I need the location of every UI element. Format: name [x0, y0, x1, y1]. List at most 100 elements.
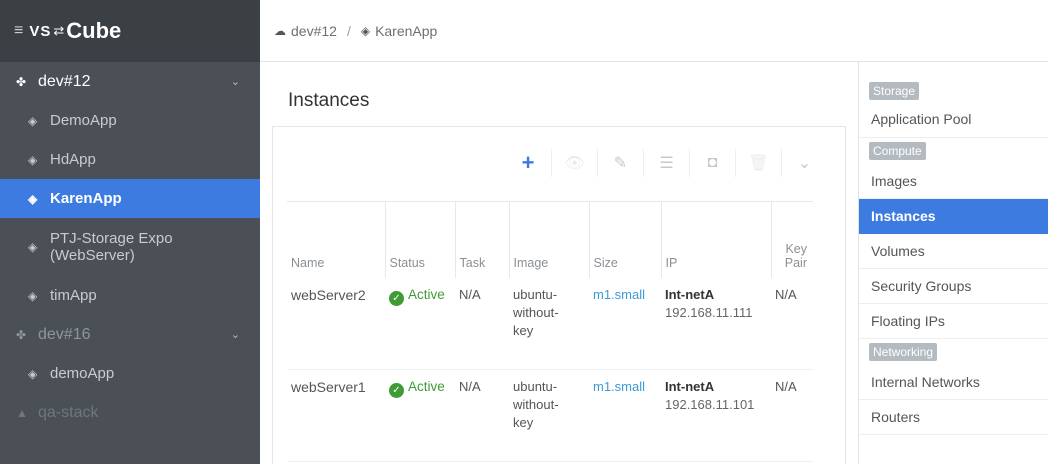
instances-toolbar: + 👁 ✎ ☰ ◘ 🗑 ⌄: [505, 149, 827, 177]
status-text: Active: [408, 286, 445, 302]
instance-status: ✓ Active: [385, 369, 455, 462]
chevron-down-icon[interactable]: ⌄: [231, 328, 240, 341]
nav-item-application-pool[interactable]: Application Pool: [859, 106, 1048, 138]
nav-item-internal-networks[interactable]: Internal Networks: [859, 365, 1048, 400]
sidebar-group-dev16[interactable]: ✤ dev#16 ⌄: [0, 315, 260, 354]
column-header-status[interactable]: Status: [384, 201, 455, 278]
section-badge-networking: Networking: [869, 343, 938, 361]
snapshot-button[interactable]: ◘: [689, 149, 735, 177]
table-row[interactable]: webServer1 ✓ Active N/A ubuntu- without- …: [287, 369, 813, 462]
column-header-ip-label: IP: [665, 255, 678, 270]
camera-icon: ◘: [707, 154, 718, 171]
breadcrumb-app[interactable]: KarenApp: [375, 23, 437, 39]
column-header-keypair[interactable]: Key Pair: [770, 201, 813, 278]
column-header-image[interactable]: Image: [508, 201, 589, 278]
instance-image: ubuntu- without- key: [509, 369, 589, 462]
logo-cube: Cube: [66, 18, 122, 43]
chevron-down-icon: ⌄: [797, 155, 812, 172]
sidebar: ≡ VS ⇄ Cube ✤ dev#12 ⌄ ◈ DemoApp ◈ HdApp…: [0, 0, 260, 464]
ip-address: 192.168.11.111: [665, 304, 753, 320]
more-dropdown-button[interactable]: ⌄: [781, 149, 827, 177]
instance-ip: Int-netA 192.168.11.111: [661, 277, 771, 370]
instance-ip: Int-netA 192.168.11.101: [661, 369, 771, 462]
breadcrumb-project[interactable]: dev#12: [291, 23, 337, 39]
sidebar-group-qa-stack[interactable]: ▲ qa-stack: [0, 393, 260, 432]
image-line3: key: [513, 415, 534, 430]
sidebar-item-label: demoApp: [50, 365, 115, 382]
column-header-task[interactable]: Task: [454, 201, 509, 278]
sidebar-item-timapp[interactable]: ◈ timApp: [0, 276, 260, 315]
sidebar-group-label: dev#12: [38, 72, 91, 90]
instance-task: N/A: [455, 277, 509, 370]
instances-table: Name Status Task Image Size IP Key Pair …: [287, 201, 813, 462]
logo-arrows-icon: ⇄: [53, 23, 65, 38]
warning-icon: ▲: [16, 405, 28, 420]
column-header-size[interactable]: Size: [588, 201, 661, 278]
sidebar-item-label: HdApp: [50, 151, 96, 168]
sidebar-group-label: qa-stack: [38, 403, 99, 421]
instance-keypair: N/A: [771, 277, 813, 370]
menu-icon[interactable]: ≡: [14, 22, 23, 40]
sidebar-group-dev12[interactable]: ✤ dev#12 ⌄: [0, 62, 260, 101]
ip-address: 192.168.11.101: [665, 397, 755, 412]
add-instance-button[interactable]: +: [505, 149, 551, 177]
edit-button[interactable]: ✎: [597, 149, 643, 177]
resource-nav-panel: Storage Application Pool Compute Images …: [858, 62, 1048, 464]
delete-button[interactable]: 🗑: [735, 149, 781, 177]
sidebar-item-ptj-storage-expo[interactable]: ◈ PTJ-Storage Expo (WebServer): [0, 218, 260, 276]
sidebar-item-label: KarenApp: [50, 190, 122, 207]
app-icon: ◈: [28, 288, 38, 303]
sidebar-item-demoapp-lower[interactable]: ◈ demoApp: [0, 354, 260, 393]
table-row[interactable]: webServer2 ✓ Active N/A ubuntu- without- …: [287, 277, 813, 370]
instance-size: m1.small: [589, 369, 661, 462]
section-storage: Storage: [859, 62, 1048, 106]
cloud-icon: ☁: [274, 23, 286, 38]
list-button[interactable]: ☰: [643, 149, 689, 177]
sidebar-item-label-line2: (WebServer): [50, 247, 135, 264]
app-icon: ◈: [28, 366, 38, 381]
view-button[interactable]: 👁: [551, 149, 597, 177]
image-line1: ubuntu-: [513, 379, 558, 394]
page-title: Instances: [288, 90, 370, 111]
section-networking: Networking: [859, 339, 1048, 365]
pencil-icon: ✎: [613, 155, 628, 172]
instance-keypair: N/A: [771, 369, 813, 462]
breadcrumb: ☁ dev#12 / ◈ KarenApp: [260, 0, 1048, 62]
network-name: Int-netA: [665, 379, 715, 394]
sidebar-item-label: timApp: [50, 287, 97, 304]
sidebar-group-label: dev#16: [38, 325, 91, 343]
sidebar-item-label: DemoApp: [50, 112, 117, 129]
nav-item-floating-ips[interactable]: Floating IPs: [859, 304, 1048, 339]
projects-icon: ✤: [16, 74, 27, 89]
column-header-name[interactable]: Name: [287, 201, 385, 278]
section-compute: Compute: [859, 138, 1048, 164]
flavor-link[interactable]: m1.small: [593, 379, 645, 394]
nav-item-routers[interactable]: Routers: [859, 400, 1048, 435]
breadcrumb-separator: /: [346, 22, 351, 39]
chevron-down-icon[interactable]: ⌄: [231, 75, 240, 88]
sidebar-item-karenapp[interactable]: ◈ KarenApp: [0, 179, 260, 218]
app-icon: ◈: [28, 239, 38, 254]
sidebar-item-hdapp[interactable]: ◈ HdApp: [0, 140, 260, 179]
app-icon: ◈: [28, 191, 38, 206]
main-content: Instances + 👁 ✎ ☰ ◘ 🗑 ⌄ Name Status Task…: [260, 62, 858, 464]
check-circle-icon: ✓: [389, 383, 404, 398]
instance-name[interactable]: webServer1: [287, 369, 385, 462]
sidebar-item-demoapp[interactable]: ◈ DemoApp: [0, 101, 260, 140]
nav-item-images[interactable]: Images: [859, 164, 1048, 199]
app-icon: ◈: [360, 23, 371, 38]
flavor-link[interactable]: m1.small: [593, 287, 645, 302]
nav-item-security-groups[interactable]: Security Groups: [859, 269, 1048, 304]
column-header-ip[interactable]: IP: [660, 201, 771, 278]
instance-status: ✓ Active: [385, 277, 455, 370]
nav-item-instances[interactable]: Instances: [859, 199, 1048, 234]
nav-item-volumes[interactable]: Volumes: [859, 234, 1048, 269]
network-name: Int-netA: [665, 286, 715, 302]
section-badge-compute: Compute: [869, 142, 926, 160]
instance-name[interactable]: webServer2: [287, 277, 385, 370]
section-badge-storage: Storage: [869, 82, 920, 100]
image-line2: without-: [513, 304, 559, 320]
image-line1: ubuntu-: [513, 286, 558, 302]
trash-icon: 🗑: [748, 155, 769, 172]
instance-task: N/A: [455, 369, 509, 462]
